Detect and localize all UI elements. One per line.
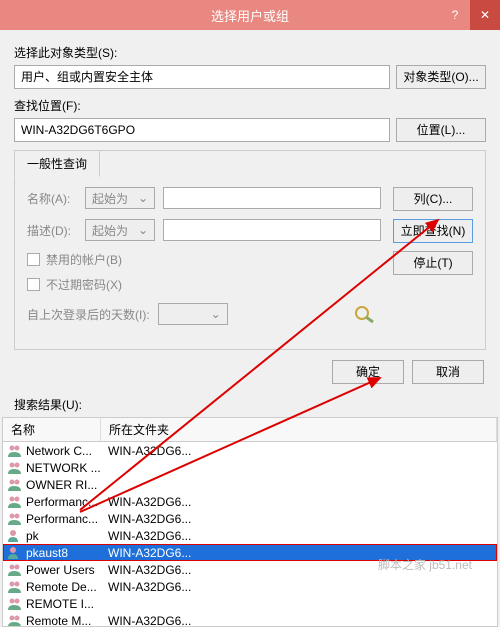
name-mode-select[interactable]: 起始为⌄ bbox=[85, 187, 155, 209]
search-icon bbox=[351, 303, 381, 325]
table-row[interactable]: Network C...WIN-A32DG6... bbox=[3, 442, 497, 459]
desc-input[interactable] bbox=[163, 219, 381, 241]
close-button[interactable]: ✕ bbox=[470, 0, 500, 30]
group-icon bbox=[7, 512, 23, 526]
columns-button[interactable]: 列(C)... bbox=[393, 187, 473, 211]
group-icon bbox=[7, 614, 23, 627]
chevron-down-icon: ⌄ bbox=[138, 223, 148, 237]
results-list[interactable]: Network C...WIN-A32DG6...NETWORK ...OWNE… bbox=[2, 442, 498, 627]
col-name[interactable]: 名称 bbox=[3, 418, 101, 441]
table-row[interactable]: pkWIN-A32DG6... bbox=[3, 527, 497, 544]
cell-name: REMOTE I... bbox=[26, 597, 104, 611]
cell-folder: WIN-A32DG6... bbox=[104, 546, 191, 560]
table-row[interactable]: Remote M...WIN-A32DG6... bbox=[3, 612, 497, 627]
object-type-label: 选择此对象类型(S): bbox=[14, 44, 486, 61]
chevron-down-icon: ⌄ bbox=[211, 307, 221, 321]
object-types-button[interactable]: 对象类型(O)... bbox=[396, 65, 486, 89]
non-expiring-password-checkbox[interactable]: 不过期密码(X) bbox=[27, 276, 381, 293]
group-icon bbox=[7, 495, 23, 509]
cell-name: OWNER RI... bbox=[26, 478, 104, 492]
cell-name: Network C... bbox=[26, 444, 104, 458]
help-button[interactable]: ? bbox=[440, 0, 470, 30]
tab-common-queries[interactable]: 一般性查询 bbox=[14, 150, 100, 177]
group-icon bbox=[7, 444, 23, 458]
table-row[interactable]: Performanc...WIN-A32DG6... bbox=[3, 493, 497, 510]
cell-name: Power Users bbox=[26, 563, 104, 577]
user-icon bbox=[7, 546, 23, 560]
cell-name: NETWORK ... bbox=[26, 461, 104, 475]
ok-button[interactable]: 确定 bbox=[332, 360, 404, 384]
cell-folder: WIN-A32DG6... bbox=[104, 614, 191, 627]
last-login-label: 自上次登录后的天数(I): bbox=[27, 306, 150, 323]
cell-folder: WIN-A32DG6... bbox=[104, 529, 191, 543]
query-tabset: 一般性查询 名称(A): 起始为⌄ 描述(D): 起始为⌄ 禁用的帐户(B) 不… bbox=[14, 150, 486, 350]
col-folder[interactable]: 所在文件夹 bbox=[101, 418, 497, 441]
group-icon bbox=[7, 597, 23, 611]
cell-name: pk bbox=[26, 529, 104, 543]
group-icon bbox=[7, 478, 23, 492]
results-label: 搜索结果(U): bbox=[0, 396, 500, 417]
watermark: 脚本之家 jb51.net bbox=[378, 556, 472, 573]
cell-name: Performanc... bbox=[26, 495, 104, 509]
group-icon bbox=[7, 563, 23, 577]
name-label: 名称(A): bbox=[27, 190, 77, 207]
table-row[interactable]: Performanc...WIN-A32DG6... bbox=[3, 510, 497, 527]
table-row[interactable]: Remote De...WIN-A32DG6... bbox=[3, 578, 497, 595]
locations-button[interactable]: 位置(L)... bbox=[396, 118, 486, 142]
desc-mode-select[interactable]: 起始为⌄ bbox=[85, 219, 155, 241]
stop-button[interactable]: 停止(T) bbox=[393, 251, 473, 275]
cell-folder: WIN-A32DG6... bbox=[104, 444, 191, 458]
find-now-button[interactable]: 立即查找(N) bbox=[393, 219, 473, 243]
table-row[interactable]: REMOTE I... bbox=[3, 595, 497, 612]
desc-label: 描述(D): bbox=[27, 222, 77, 239]
cell-folder: WIN-A32DG6... bbox=[104, 495, 191, 509]
group-icon bbox=[7, 580, 23, 594]
disabled-accounts-checkbox[interactable]: 禁用的帐户(B) bbox=[27, 251, 381, 268]
cell-folder: WIN-A32DG6... bbox=[104, 563, 191, 577]
cell-folder: WIN-A32DG6... bbox=[104, 580, 191, 594]
table-row[interactable]: NETWORK ... bbox=[3, 459, 497, 476]
results-header: 名称 所在文件夹 bbox=[2, 417, 498, 442]
chevron-down-icon: ⌄ bbox=[138, 191, 148, 205]
cell-folder: WIN-A32DG6... bbox=[104, 512, 191, 526]
cell-name: Performanc... bbox=[26, 512, 104, 526]
table-row[interactable]: OWNER RI... bbox=[3, 476, 497, 493]
cell-name: pkaust8 bbox=[26, 546, 104, 560]
last-login-select[interactable]: ⌄ bbox=[158, 303, 228, 325]
cell-name: Remote De... bbox=[26, 580, 104, 594]
location-field[interactable]: WIN-A32DG6T6GPO bbox=[14, 118, 390, 142]
location-label: 查找位置(F): bbox=[14, 97, 486, 114]
group-icon bbox=[7, 461, 23, 475]
window-title: 选择用户或组 bbox=[211, 6, 289, 25]
title-bar: 选择用户或组 ? ✕ bbox=[0, 0, 500, 30]
user-icon bbox=[7, 529, 23, 543]
name-input[interactable] bbox=[163, 187, 381, 209]
cancel-button[interactable]: 取消 bbox=[412, 360, 484, 384]
cell-name: Remote M... bbox=[26, 614, 104, 627]
object-type-field[interactable]: 用户、组或内置安全主体 bbox=[14, 65, 390, 89]
